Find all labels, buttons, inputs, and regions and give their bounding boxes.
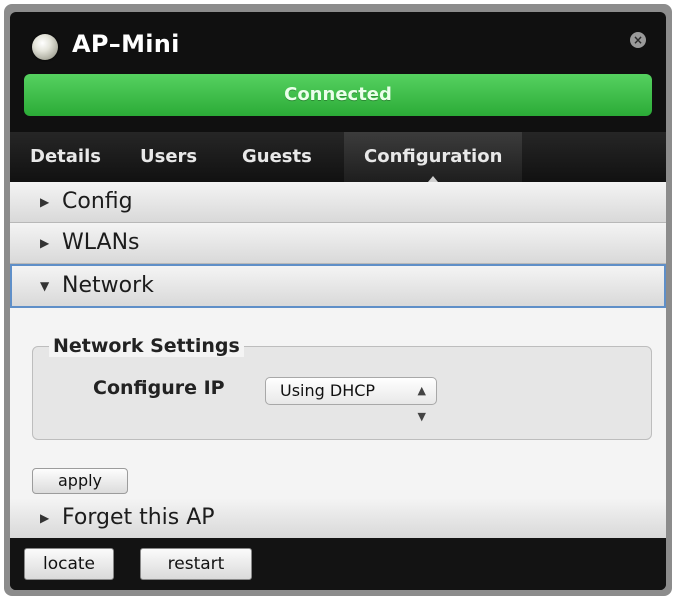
tab-configuration-label: Configuration xyxy=(364,146,503,167)
restart-button[interactable]: restart xyxy=(140,548,252,580)
section-config-label: Config xyxy=(62,189,133,214)
tab-bar: Details Users Guests Configuration xyxy=(10,132,666,182)
network-settings-group: Network Settings Configure IP Using DHCP… xyxy=(32,335,652,440)
triangle-right-icon: ▶ xyxy=(40,195,50,209)
network-settings-legend: Network Settings xyxy=(49,335,244,357)
up-down-chevron-icon: ▲ ▼ xyxy=(417,384,426,423)
section-network[interactable]: ▼ Network xyxy=(10,264,666,308)
tab-details[interactable]: Details xyxy=(30,132,101,182)
triangle-right-icon: ▶ xyxy=(40,511,50,525)
section-config[interactable]: ▶ Config xyxy=(10,182,666,223)
locate-button[interactable]: locate xyxy=(24,548,114,580)
tab-users[interactable]: Users xyxy=(140,132,197,182)
tab-configuration[interactable]: Configuration xyxy=(344,132,523,182)
ap-detail-panel: AP–Mini × Connected Details Users Guests… xyxy=(10,12,666,590)
apply-button[interactable]: apply xyxy=(32,468,128,494)
configure-ip-select[interactable]: Using DHCP ▲ ▼ xyxy=(265,377,437,423)
section-network-label: Network xyxy=(62,273,154,298)
status-led-icon xyxy=(32,34,58,60)
footer-bar: locate restart xyxy=(10,538,666,590)
section-forget-ap[interactable]: ▶ Forget this AP xyxy=(10,498,666,539)
configure-ip-value: Using DHCP xyxy=(280,381,376,400)
section-forget-ap-label: Forget this AP xyxy=(62,505,215,530)
section-wlans-label: WLANs xyxy=(62,230,140,255)
configure-ip-label: Configure IP xyxy=(93,377,225,399)
connection-status-bar: Connected xyxy=(24,74,652,116)
section-wlans[interactable]: ▶ WLANs xyxy=(10,223,666,264)
tab-guests[interactable]: Guests xyxy=(242,132,312,182)
window-title: AP–Mini xyxy=(72,30,180,58)
configuration-content: ▶ Config ▶ WLANs ▼ Network Network Setti… xyxy=(10,182,666,539)
close-icon[interactable]: × xyxy=(630,32,646,48)
triangle-down-icon: ▼ xyxy=(40,279,50,293)
triangle-right-icon: ▶ xyxy=(40,236,50,250)
